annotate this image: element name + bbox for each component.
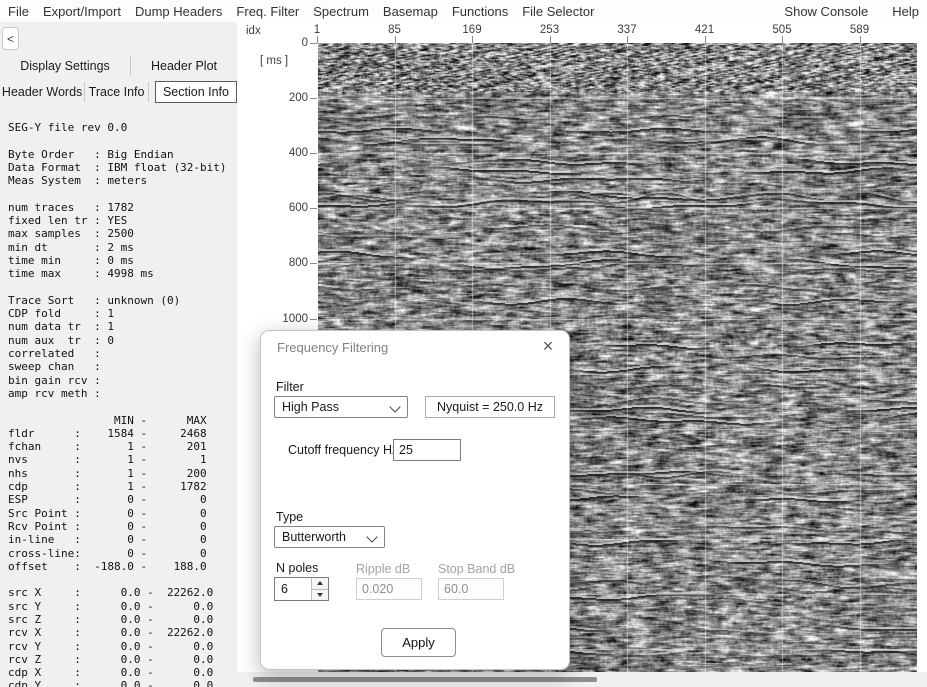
tab-display-settings[interactable]: Display Settings	[0, 59, 130, 73]
y-tick-mark	[310, 208, 317, 209]
y-tick-mark	[310, 43, 317, 44]
x-tick-label: 337	[617, 24, 636, 36]
menu-item-functions[interactable]: Functions	[452, 4, 508, 19]
left-panel: < Display Settings Header Plot Header Wo…	[0, 22, 237, 687]
tab-row-2: Header Words Trace Info Section Info	[0, 79, 237, 105]
filter-select-value: High Pass	[282, 400, 339, 414]
y-tick-label: 200	[268, 92, 308, 104]
stepper-up-button[interactable]	[312, 578, 328, 590]
x-tick-label: 505	[772, 24, 791, 36]
menu-item-file[interactable]: File	[8, 4, 29, 19]
filter-label: Filter	[276, 380, 304, 394]
section-info-text: SEG-Y file rev 0.0 Byte Order : Big Endi…	[8, 121, 233, 687]
x-tick-label: 253	[540, 24, 559, 36]
apply-button[interactable]: Apply	[381, 628, 456, 657]
dialog-title: Frequency Filtering	[277, 340, 388, 355]
ripple-input: 0.020	[356, 578, 422, 600]
x-tick-mark	[782, 36, 783, 43]
tab-row-1: Display Settings Header Plot	[0, 54, 237, 78]
y-axis-title: [ ms ]	[260, 55, 288, 67]
menu-items-right: Show Console Help	[784, 4, 927, 19]
y-tick-label: 400	[268, 147, 308, 159]
x-tick-label: 421	[695, 24, 714, 36]
menu-item-freq-filter[interactable]: Freq. Filter	[236, 4, 299, 19]
tab-separator	[148, 82, 149, 102]
menu-item-dump-headers[interactable]: Dump Headers	[135, 4, 222, 19]
x-tick-label: 1	[314, 24, 320, 36]
type-select[interactable]: Butterworth	[274, 526, 385, 548]
menu-item-file-selector[interactable]: File Selector	[522, 4, 594, 19]
horizontal-scrollbar-thumb[interactable]	[253, 677, 597, 682]
x-tick-label: 85	[388, 24, 401, 36]
stepper-down-button[interactable]	[312, 590, 328, 601]
chevron-down-icon	[389, 401, 400, 412]
menu-item-show-console[interactable]: Show Console	[784, 4, 868, 19]
tab-header-plot[interactable]: Header Plot	[131, 59, 237, 73]
x-tick-mark	[860, 36, 861, 43]
npoles-label: N poles	[276, 561, 318, 575]
arrow-up-icon	[317, 581, 323, 585]
close-icon[interactable]: ×	[537, 335, 559, 357]
stopband-label: Stop Band dB	[438, 562, 515, 576]
x-tick-mark	[550, 36, 551, 43]
menu-item-basemap[interactable]: Basemap	[383, 4, 438, 19]
filter-select[interactable]: High Pass	[274, 396, 408, 418]
stopband-input: 60.0	[438, 578, 504, 600]
x-tick-mark	[705, 36, 706, 43]
x-tick-mark	[627, 36, 628, 43]
y-tick-mark	[310, 319, 317, 320]
ripple-label: Ripple dB	[356, 562, 410, 576]
segy-viewer-window: File Export/Import Dump Headers Freq. Filte…	[0, 0, 927, 687]
y-tick-label: 800	[268, 257, 308, 269]
cutoff-frequency-label: Cutoff frequency Hz	[288, 443, 398, 457]
cutoff-frequency-input[interactable]: 25	[393, 439, 461, 461]
stepper-buttons	[311, 578, 328, 600]
x-axis-title: idx	[246, 25, 261, 37]
y-tick-label: 0	[268, 37, 308, 49]
tab-trace-info[interactable]: Trace Info	[85, 85, 148, 99]
frequency-filtering-dialog: Frequency Filtering × Filter High Pass N…	[260, 330, 570, 670]
x-tick-mark	[472, 36, 473, 43]
y-tick-mark	[310, 153, 317, 154]
tab-header-words[interactable]: Header Words	[0, 85, 84, 99]
tab-section-info[interactable]: Section Info	[155, 81, 237, 103]
y-tick-mark	[310, 98, 317, 99]
y-tick-label: 1000	[268, 313, 308, 325]
nyquist-readout: Nyquist = 250.0 Hz	[425, 396, 555, 418]
y-tick-mark	[310, 263, 317, 264]
collapse-panel-button[interactable]: <	[2, 27, 19, 50]
menu-item-spectrum[interactable]: Spectrum	[313, 4, 369, 19]
x-tick-label: 589	[850, 24, 869, 36]
arrow-down-icon	[317, 593, 323, 597]
type-select-value: Butterworth	[282, 530, 346, 544]
x-tick-label: 169	[462, 24, 481, 36]
menu-bar: File Export/Import Dump Headers Freq. Filte…	[0, 0, 927, 23]
menu-items-left: File Export/Import Dump Headers Freq. Filte…	[0, 4, 594, 19]
y-tick-label: 600	[268, 202, 308, 214]
x-tick-mark	[317, 36, 318, 43]
x-tick-mark	[395, 36, 396, 43]
chevron-down-icon	[366, 531, 377, 542]
menu-item-export-import[interactable]: Export/Import	[43, 4, 121, 19]
menu-item-help[interactable]: Help	[892, 4, 919, 19]
npoles-stepper[interactable]: 6	[274, 577, 329, 601]
type-label: Type	[276, 510, 303, 524]
npoles-value: 6	[275, 578, 311, 600]
